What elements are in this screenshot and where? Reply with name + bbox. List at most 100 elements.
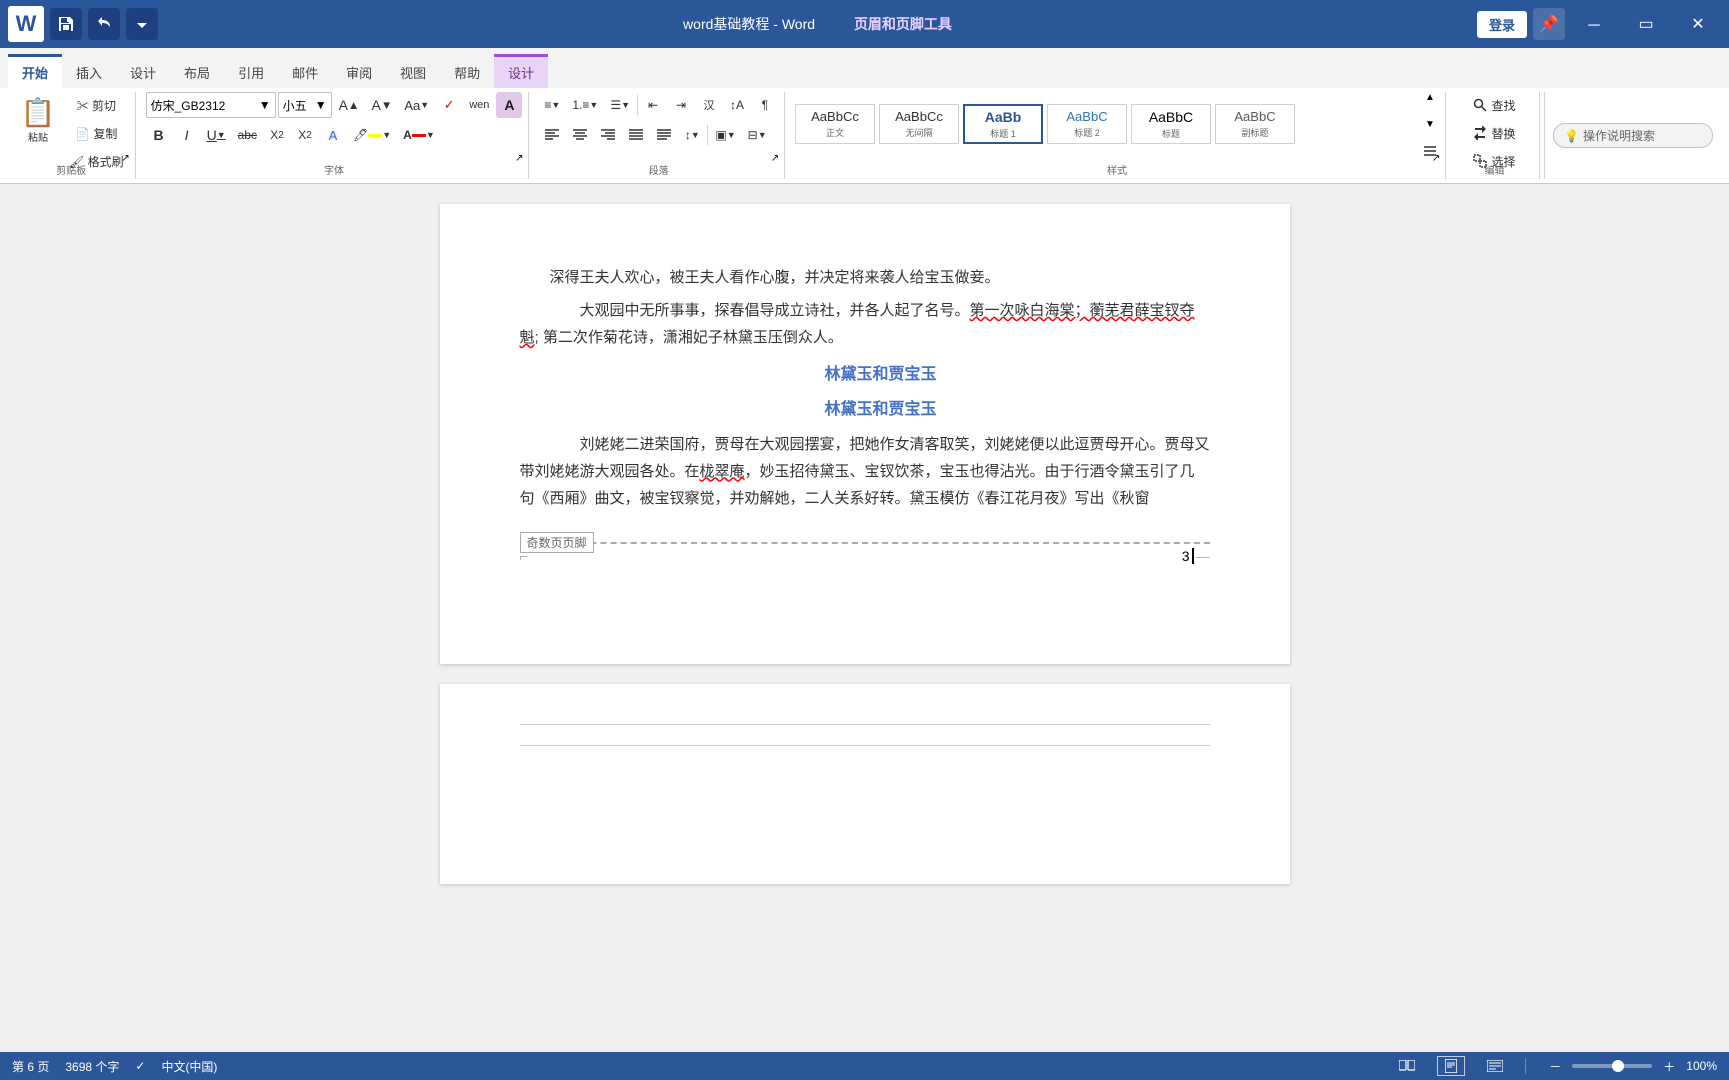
language-indicator: 中文(中国) — [161, 1058, 217, 1075]
paste-btn[interactable]: 📋 粘贴 — [14, 92, 62, 148]
justify-btn[interactable] — [623, 122, 649, 148]
help-search-input[interactable]: 💡 操作说明搜索 — [1553, 123, 1713, 148]
lightbulb-icon: 💡 — [1564, 129, 1579, 143]
paragraph-1: 深得王夫人欢心，被王夫人看作心腹，并决定将来袭人给宝玉做妾。 — [520, 264, 1210, 291]
tab-design[interactable]: 设计 — [116, 54, 170, 88]
bold-btn[interactable]: B — [146, 122, 172, 148]
quick-access-more-btn[interactable] — [126, 8, 158, 40]
copy-btn[interactable]: 📄 复制 — [64, 120, 129, 146]
font-expander[interactable]: ↗ — [512, 151, 526, 165]
style-no-spacing[interactable]: AaBbCc 无间隔 — [879, 104, 959, 144]
tab-view[interactable]: 视图 — [386, 54, 440, 88]
show-marks-btn[interactable]: ¶ — [752, 92, 778, 118]
minimize-btn[interactable]: － — [1571, 8, 1617, 40]
footer-bracket-left: ⌐ — [520, 548, 528, 564]
paragraph-expander[interactable]: ↗ — [768, 151, 782, 165]
maximize-btn[interactable]: ▭ — [1623, 8, 1669, 40]
increase-indent-btn[interactable]: ⇥ — [668, 92, 694, 118]
tab-header-design[interactable]: 设计 — [494, 54, 548, 88]
styles-scroll-down[interactable]: ▼ — [1421, 115, 1439, 133]
shrink-font-btn[interactable]: A▼ — [366, 92, 397, 118]
web-layout-btn[interactable] — [1481, 1056, 1509, 1076]
find-btn[interactable]: 查找 — [1456, 92, 1533, 118]
tab-layout[interactable]: 布局 — [170, 54, 224, 88]
zoom-in-btn[interactable]: ＋ — [1656, 1053, 1682, 1079]
chapter-title-2: 林黛玉和贾宝玉 — [520, 396, 1210, 425]
distributed-btn[interactable] — [651, 122, 677, 148]
paragraph-3: 刘姥姥二进荣国府，贾母在大观园摆宴，把她作女清客取笑，刘姥姥便以此逗贾母开心。贾… — [520, 431, 1210, 512]
footer-area[interactable]: ⌐ 3 — — [520, 544, 1210, 604]
borders-btn[interactable]: ⊟▼ — [743, 122, 772, 148]
bullet-list-btn[interactable]: ≡▼ — [539, 92, 565, 118]
align-center-btn[interactable] — [567, 122, 593, 148]
undo-btn[interactable] — [88, 8, 120, 40]
ribbon-toolbar: 📋 粘贴 ✂ 剪切 📄 复制 🖌 格式刷 剪贴板 ↗ 仿宋_GB2312 ▼ 小… — [0, 88, 1729, 184]
clipboard-group: 📋 粘贴 ✂ 剪切 📄 复制 🖌 格式刷 剪贴板 ↗ — [8, 92, 136, 179]
tab-help[interactable]: 帮助 — [440, 54, 494, 88]
font-color-btn[interactable]: A ▼ — [398, 122, 440, 148]
sort-btn[interactable]: ↕A — [724, 92, 750, 118]
underlined-text-2: 栊翠庵 — [700, 463, 745, 480]
numbered-list-btn[interactable]: 1.≡▼ — [567, 92, 603, 118]
styles-expander[interactable]: ↗ — [1429, 151, 1443, 165]
paste-icon: 📋 — [21, 96, 56, 129]
close-btn[interactable]: ✕ — [1675, 8, 1721, 40]
clipboard-expander[interactable]: ↗ — [119, 151, 133, 165]
font-group-label: 字体 — [140, 162, 529, 177]
footer-bracket-right: — — [1196, 548, 1210, 564]
clear-format-btn[interactable]: ✓ — [436, 92, 462, 118]
grow-font-btn[interactable]: A▲ — [334, 92, 365, 118]
highlight-btn[interactable]: 🖊 ▼ — [348, 122, 396, 148]
text-effect-btn[interactable]: A — [320, 122, 346, 148]
zoom-out-btn[interactable]: － — [1542, 1053, 1568, 1079]
quick-save-btn[interactable] — [50, 8, 82, 40]
tab-references[interactable]: 引用 — [224, 54, 278, 88]
font-name-selector[interactable]: 仿宋_GB2312 ▼ — [146, 92, 276, 118]
font-size-selector[interactable]: 小五 ▼ — [278, 92, 332, 118]
subscript-btn[interactable]: X2 — [264, 122, 290, 148]
page-content-1[interactable]: 深得王夫人欢心，被王夫人看作心腹，并决定将来袭人给宝玉做妾。 大观园中无所事事，… — [520, 264, 1210, 512]
underline-btn[interactable]: U▼ — [202, 122, 231, 148]
cut-btn[interactable]: ✂ 剪切 — [64, 92, 129, 118]
title-right: 登录 📌 － ▭ ✕ — [1477, 8, 1721, 40]
italic-btn[interactable]: I — [174, 122, 200, 148]
document-page-2 — [440, 684, 1290, 884]
shading-btn[interactable]: ▣▼ — [710, 122, 740, 148]
editing-group: 查找 替换 选择 编辑 — [1450, 92, 1540, 179]
pinyin-btn[interactable]: wen — [464, 92, 494, 118]
zoom-controls: － ＋ 100% — [1542, 1053, 1717, 1079]
style-heading1[interactable]: AaBb 标题 1 — [963, 104, 1043, 144]
tab-mail[interactable]: 邮件 — [278, 54, 332, 88]
login-button[interactable]: 登录 — [1477, 11, 1527, 38]
style-subtitle[interactable]: AaBbC 副标题 — [1215, 104, 1295, 144]
style-normal[interactable]: AaBbCc 正文 — [795, 104, 875, 144]
zoom-level[interactable]: 100% — [1686, 1059, 1717, 1073]
strikethrough-btn[interactable]: abc — [233, 122, 262, 148]
style-heading2[interactable]: AaBbC 标题 2 — [1047, 104, 1127, 144]
align-right-btn[interactable] — [595, 122, 621, 148]
proofing-icon: ✓ — [135, 1059, 145, 1073]
line-spacing-btn[interactable]: ↕▼ — [679, 122, 705, 148]
text-cursor — [1192, 548, 1194, 564]
styles-scroll-up[interactable]: ▲ — [1421, 88, 1439, 106]
word-count: 3698 个字 — [65, 1058, 119, 1075]
tab-insert[interactable]: 插入 — [62, 54, 116, 88]
zoom-slider[interactable] — [1572, 1064, 1652, 1068]
font-options-btn[interactable]: A — [496, 92, 522, 118]
align-left-btn[interactable] — [539, 122, 565, 148]
print-layout-btn[interactable] — [1437, 1056, 1465, 1076]
pin-window-btn[interactable]: 📌 — [1533, 8, 1565, 40]
multi-level-list-btn[interactable]: ☰▼ — [605, 92, 635, 118]
read-view-btn[interactable] — [1393, 1056, 1421, 1076]
tab-start[interactable]: 开始 — [8, 54, 62, 88]
app-icon: W — [8, 6, 44, 42]
style-title[interactable]: AaBbC 标题 — [1131, 104, 1211, 144]
chinese-layout-btn[interactable]: 汉 — [696, 92, 722, 118]
decrease-indent-btn[interactable]: ⇤ — [640, 92, 666, 118]
title-bar: W word基础教程 - Word 页眉和页脚工具 登录 📌 － ▭ ✕ — [0, 0, 1729, 48]
change-case-btn[interactable]: Aa▼ — [399, 92, 434, 118]
replace-btn[interactable]: 替换 — [1456, 120, 1533, 146]
help-search-area: 💡 操作说明搜索 — [1544, 92, 1721, 179]
tab-review[interactable]: 审阅 — [332, 54, 386, 88]
superscript-btn[interactable]: X2 — [292, 122, 318, 148]
